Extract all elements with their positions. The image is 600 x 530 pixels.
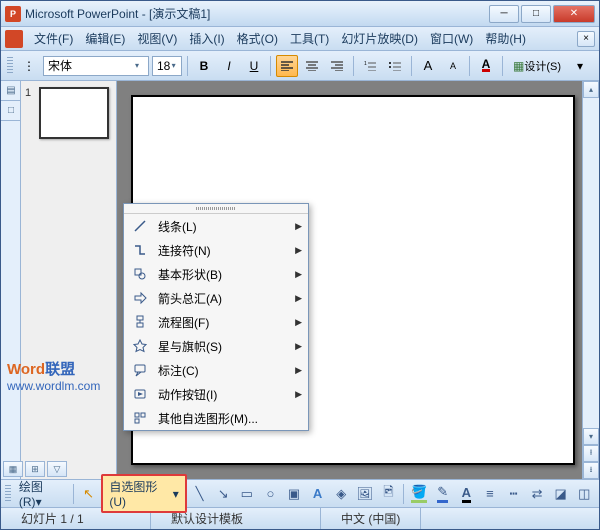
arrow-style-button[interactable]: ⇄ <box>526 483 548 505</box>
status-language: 中文 (中国) <box>321 508 421 529</box>
svg-text:1: 1 <box>364 61 367 67</box>
line-color-button[interactable]: ✎ <box>432 483 454 505</box>
system-menu-icon[interactable] <box>5 30 23 48</box>
oval-tool-button[interactable]: ○ <box>260 483 282 505</box>
menu-callouts[interactable]: 标注(C)▶ <box>124 358 308 382</box>
slide-number: 1 <box>25 87 35 139</box>
watermark: Word联盟 www.wordlm.com <box>7 361 100 393</box>
prev-slide-button[interactable]: ⭱ <box>583 445 599 462</box>
arrow-tool-button[interactable]: ↘ <box>212 483 234 505</box>
autoshapes-button[interactable]: 自选图形(U)▾ <box>101 474 186 513</box>
menu-action-buttons[interactable]: 动作按钮(I)▶ <box>124 382 308 406</box>
clipart-button[interactable]: 🖼 <box>354 483 376 505</box>
toolbar-expand-icon[interactable]: ⋮ <box>18 55 40 77</box>
menu-drag-handle[interactable] <box>124 204 308 214</box>
align-center-button[interactable] <box>301 55 323 77</box>
action-buttons-icon <box>130 385 150 403</box>
flowchart-icon <box>130 313 150 331</box>
scroll-up-button[interactable]: ▴ <box>583 81 599 98</box>
menu-window[interactable]: 窗口(W) <box>425 28 478 49</box>
minimize-button[interactable]: ─ <box>489 5 519 23</box>
menu-tools[interactable]: 工具(T) <box>285 28 334 49</box>
slide-thumbnail-1[interactable] <box>39 87 109 139</box>
shadow-button[interactable]: ◪ <box>550 483 572 505</box>
menu-insert[interactable]: 插入(I) <box>184 28 229 49</box>
line-style-button[interactable]: ≡ <box>479 483 501 505</box>
next-slide-button[interactable]: ⭳ <box>583 462 599 479</box>
picture-button[interactable]: 🖻 <box>378 483 400 505</box>
wordart-button[interactable]: A <box>307 483 329 505</box>
mdi-close-button[interactable]: × <box>577 31 595 47</box>
basic-shapes-icon <box>130 265 150 283</box>
autoshapes-menu: 线条(L)▶ 连接符(N)▶ 基本形状(B)▶ 箭头总汇(A)▶ 流程图(F)▶… <box>123 203 309 431</box>
slideshow-view-button[interactable]: ▽ <box>47 461 67 477</box>
design-button[interactable]: ▦ 设计(S) <box>508 55 566 77</box>
menu-basic-shapes[interactable]: 基本形状(B)▶ <box>124 262 308 286</box>
stars-icon <box>130 337 150 355</box>
view-buttons: ▦ ⊞ ▽ <box>3 461 67 477</box>
rectangle-tool-button[interactable]: ▭ <box>236 483 258 505</box>
vertical-scrollbar[interactable]: ▴ ▾ ⭱ ⭳ <box>582 81 599 479</box>
menu-slideshow[interactable]: 幻灯片放映(D) <box>336 28 423 49</box>
callouts-icon <box>130 361 150 379</box>
sorter-view-button[interactable]: ⊞ <box>25 461 45 477</box>
menu-flowchart[interactable]: 流程图(F)▶ <box>124 310 308 334</box>
increase-font-button[interactable]: A <box>417 55 439 77</box>
menu-file[interactable]: 文件(F) <box>29 28 78 49</box>
maximize-button[interactable]: □ <box>521 5 551 23</box>
scroll-down-button[interactable]: ▾ <box>583 428 599 445</box>
slides-tab[interactable]: □ <box>1 101 21 121</box>
drawing-toolbar: 绘图(R)▾ ↖ 自选图形(U)▾ ╲ ↘ ▭ ○ ▣ A ◈ 🖼 🖻 🪣 ✎ … <box>1 479 599 507</box>
font-size-select[interactable]: 18▾ <box>152 56 182 76</box>
normal-view-button[interactable]: ▦ <box>3 461 23 477</box>
titlebar: P Microsoft PowerPoint - [演示文稿1] ─ □ ✕ <box>1 1 599 27</box>
italic-button[interactable]: I <box>218 55 240 77</box>
menu-format[interactable]: 格式(O) <box>232 28 283 49</box>
outline-tab[interactable]: ▤ <box>1 81 21 101</box>
decrease-font-button[interactable]: A <box>442 55 464 77</box>
diagram-button[interactable]: ◈ <box>330 483 352 505</box>
font-color-button[interactable]: A <box>455 483 477 505</box>
toolbar-grip[interactable] <box>5 485 11 503</box>
menu-stars-banners[interactable]: 星与旗帜(S)▶ <box>124 334 308 358</box>
menu-edit[interactable]: 编辑(E) <box>80 28 130 49</box>
bold-button[interactable]: B <box>193 55 215 77</box>
toolbar-more-button[interactable]: ▾ <box>569 55 591 77</box>
app-icon: P <box>5 6 21 22</box>
connectors-icon <box>130 241 150 259</box>
formatting-toolbar: ⋮ 宋体▾ 18▾ B I U 1 A A A <box>1 51 599 81</box>
draw-menu-button[interactable]: 绘图(R)▾ <box>15 476 69 511</box>
line-tool-button[interactable]: ╲ <box>189 483 211 505</box>
menubar: 文件(F) 编辑(E) 视图(V) 插入(I) 格式(O) 工具(T) 幻灯片放… <box>1 27 599 51</box>
menu-more-autoshapes[interactable]: 其他自选图形(M)... <box>124 406 308 430</box>
menu-view[interactable]: 视图(V) <box>132 28 182 49</box>
fill-color-button[interactable]: 🪣 <box>408 483 430 505</box>
slide-panel: 1 <box>21 81 117 479</box>
window-title: Microsoft PowerPoint - [演示文稿1] <box>25 5 489 22</box>
lines-icon <box>130 217 150 235</box>
bullet-list-button[interactable] <box>384 55 406 77</box>
menu-lines[interactable]: 线条(L)▶ <box>124 214 308 238</box>
3d-button[interactable]: ◫ <box>574 483 596 505</box>
content-area: ▤ □ 1 ▴ ▾ ⭱ ⭳ Word联盟 www.wordlm.com ▦ <box>1 81 599 479</box>
outline-tabs: ▤ □ <box>1 81 21 479</box>
font-name-select[interactable]: 宋体▾ <box>43 56 149 76</box>
menu-help[interactable]: 帮助(H) <box>480 28 531 49</box>
statusbar: 幻灯片 1 / 1 默认设计模板 中文 (中国) <box>1 507 599 529</box>
textbox-tool-button[interactable]: ▣ <box>283 483 305 505</box>
underline-button[interactable]: U <box>243 55 265 77</box>
select-objects-button[interactable]: ↖ <box>78 483 100 505</box>
numbered-list-button[interactable]: 1 <box>359 55 381 77</box>
arrows-icon <box>130 289 150 307</box>
font-color-button[interactable]: A <box>475 55 497 77</box>
close-button[interactable]: ✕ <box>553 5 595 23</box>
align-left-button[interactable] <box>276 55 298 77</box>
align-right-button[interactable] <box>326 55 348 77</box>
menu-block-arrows[interactable]: 箭头总汇(A)▶ <box>124 286 308 310</box>
more-shapes-icon <box>130 409 150 427</box>
menu-connectors[interactable]: 连接符(N)▶ <box>124 238 308 262</box>
dash-style-button[interactable]: ┅ <box>503 483 525 505</box>
toolbar-grip[interactable] <box>7 57 13 75</box>
